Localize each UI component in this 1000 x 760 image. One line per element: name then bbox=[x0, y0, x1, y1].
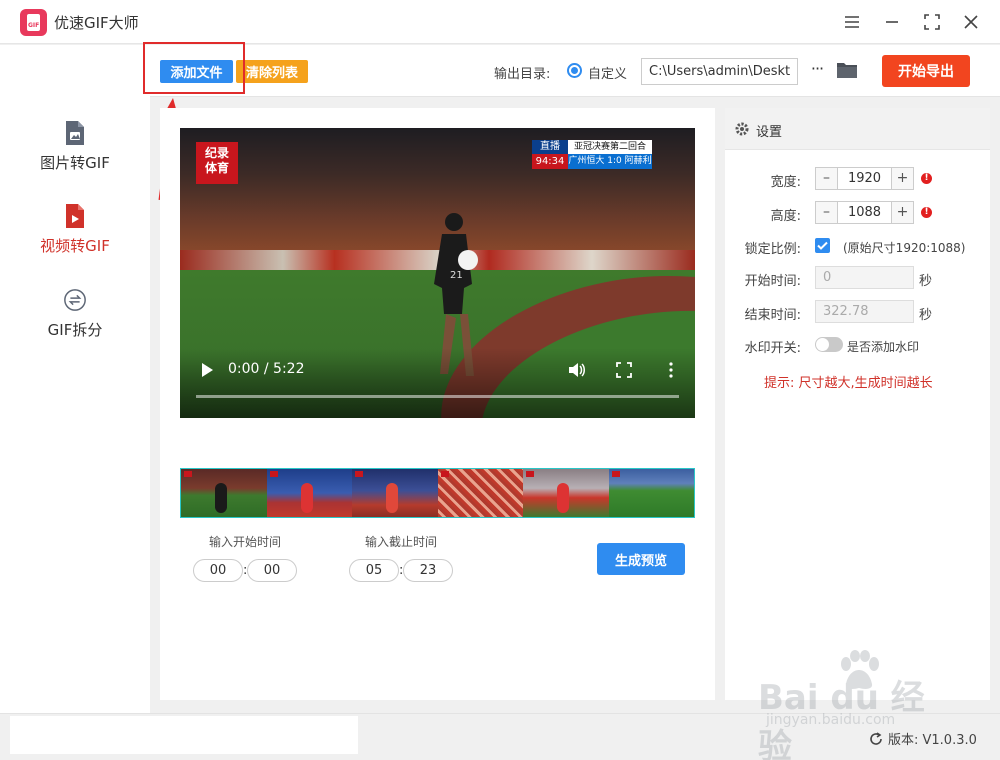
end-time-caption: 输入截止时间 bbox=[364, 535, 437, 549]
lock-ratio-label: 锁定比例: bbox=[744, 242, 801, 257]
settings-header: 设置 bbox=[725, 108, 990, 150]
title-bar: GIF 优速GIF大师 bbox=[0, 0, 1000, 44]
sidebar: 图片转GIF 视频转GIF GIF拆分 bbox=[0, 45, 150, 713]
start-time-input[interactable]: 0 bbox=[815, 266, 914, 289]
height-label: 高度: bbox=[770, 209, 801, 224]
settings-title: 设置 bbox=[756, 125, 783, 140]
generate-preview-button[interactable]: 生成预览 bbox=[597, 543, 685, 575]
play-icon[interactable] bbox=[200, 363, 214, 377]
more-button[interactable]: ··· bbox=[807, 58, 827, 82]
watermark-toggle[interactable] bbox=[815, 337, 843, 352]
sidebar-item-label: GIF拆分 bbox=[47, 321, 103, 339]
sidebar-item-gif-split[interactable]: GIF拆分 bbox=[0, 287, 150, 357]
image-file-icon bbox=[66, 121, 84, 145]
end-time-input[interactable]: 322.78 bbox=[815, 300, 914, 323]
status-box bbox=[10, 716, 358, 754]
channel-logo: 纪录 体育 bbox=[196, 142, 238, 184]
original-size-text: (原始尺寸1920:1088) bbox=[843, 241, 966, 255]
start-time-caption: 输入开始时间 bbox=[208, 535, 281, 549]
height-warning-icon: ! bbox=[921, 207, 932, 218]
width-stepper[interactable]: – 1920 + bbox=[815, 167, 914, 190]
custom-radio[interactable] bbox=[567, 63, 582, 78]
output-dir-label: 输出目录: bbox=[494, 67, 551, 82]
size-hint: 提示: 尺寸越大,生成时间越长 bbox=[764, 376, 933, 391]
more-options-icon[interactable] bbox=[668, 361, 674, 379]
start-min-input[interactable]: 00 bbox=[193, 559, 243, 582]
video-file-icon bbox=[66, 204, 84, 228]
sidebar-item-label: 视频转GIF bbox=[40, 237, 110, 255]
lock-ratio-checkbox[interactable] bbox=[815, 238, 830, 253]
app-logo-icon: GIF bbox=[20, 9, 47, 36]
sidebar-item-video-to-gif[interactable]: 视频转GIF bbox=[0, 203, 150, 273]
baidu-watermark: Bai du 经验 jingyan.baidu.com bbox=[758, 650, 948, 760]
thumbnail-frame bbox=[352, 469, 438, 517]
end-min-input[interactable]: 05 bbox=[349, 559, 399, 582]
thumbnail-frame bbox=[266, 469, 352, 517]
volume-icon[interactable] bbox=[567, 361, 585, 379]
width-warning-icon: ! bbox=[921, 173, 932, 184]
start-time-label: 开始时间: bbox=[744, 274, 801, 289]
watermark-toggle-text: 是否添加水印 bbox=[847, 340, 920, 354]
watermark-label: 水印开关: bbox=[744, 341, 801, 356]
output-path-input[interactable] bbox=[641, 58, 798, 85]
end-time-group: 输入截止时间 05:23 bbox=[349, 533, 453, 582]
clear-list-button[interactable]: 清除列表 bbox=[236, 60, 308, 83]
end-sec-input[interactable]: 23 bbox=[403, 559, 453, 582]
width-label: 宽度: bbox=[770, 175, 801, 190]
height-stepper[interactable]: – 1088 + bbox=[815, 201, 914, 224]
width-increment-button[interactable]: + bbox=[891, 168, 913, 189]
width-decrement-button[interactable]: – bbox=[816, 168, 838, 189]
minimize-icon[interactable] bbox=[880, 10, 904, 34]
video-time: 0:00 / 5:22 bbox=[228, 361, 305, 377]
video-controls bbox=[180, 348, 695, 418]
sidebar-item-image-to-gif[interactable]: 图片转GIF bbox=[0, 120, 150, 190]
svg-text:21: 21 bbox=[450, 270, 463, 281]
height-increment-button[interactable]: + bbox=[891, 202, 913, 223]
main-panel: 21 纪录 体育 直播 亚冠决赛第二回合 94:34 广州恒大 1:0 阿赫利 0… bbox=[160, 108, 715, 700]
toolbar: 添加文件 清除列表 输出目录: 自定义 ··· 开始导出 bbox=[150, 45, 1000, 97]
start-sec-unit: 秒 bbox=[919, 274, 933, 289]
score-overlay: 直播 亚冠决赛第二回合 94:34 广州恒大 1:0 阿赫利 bbox=[532, 140, 652, 170]
end-time-label: 结束时间: bbox=[744, 308, 801, 323]
fullscreen-icon[interactable] bbox=[616, 362, 632, 378]
thumbnail-frame bbox=[181, 469, 267, 517]
thumbnail-frame bbox=[608, 469, 694, 517]
start-export-button[interactable]: 开始导出 bbox=[882, 55, 970, 87]
end-sec-unit: 秒 bbox=[919, 308, 933, 323]
thumbnail-strip[interactable] bbox=[180, 468, 695, 518]
settings-panel: 设置 宽度: – 1920 + ! 高度: – 1088 + ! 锁定比例: (… bbox=[725, 108, 990, 700]
sidebar-item-label: 图片转GIF bbox=[40, 154, 110, 172]
start-time-group: 输入开始时间 00:00 bbox=[193, 533, 297, 582]
gear-icon bbox=[735, 122, 749, 136]
close-icon[interactable] bbox=[959, 10, 983, 34]
thumbnail-frame bbox=[437, 469, 523, 517]
folder-icon[interactable] bbox=[836, 61, 858, 79]
video-player[interactable]: 21 纪录 体育 直播 亚冠决赛第二回合 94:34 广州恒大 1:0 阿赫利 0… bbox=[180, 128, 695, 418]
custom-radio-label[interactable]: 自定义 bbox=[588, 63, 627, 82]
app-title: 优速GIF大师 bbox=[54, 14, 139, 32]
maximize-icon[interactable] bbox=[920, 10, 944, 34]
start-sec-input[interactable]: 00 bbox=[247, 559, 297, 582]
video-progress-bar[interactable] bbox=[196, 395, 679, 398]
width-value[interactable]: 1920 bbox=[838, 168, 891, 189]
menu-icon[interactable] bbox=[840, 10, 864, 34]
thumbnail-frame bbox=[523, 469, 609, 517]
split-icon bbox=[64, 289, 86, 311]
height-value[interactable]: 1088 bbox=[838, 202, 891, 223]
add-file-button[interactable]: 添加文件 bbox=[160, 60, 233, 83]
height-decrement-button[interactable]: – bbox=[816, 202, 838, 223]
